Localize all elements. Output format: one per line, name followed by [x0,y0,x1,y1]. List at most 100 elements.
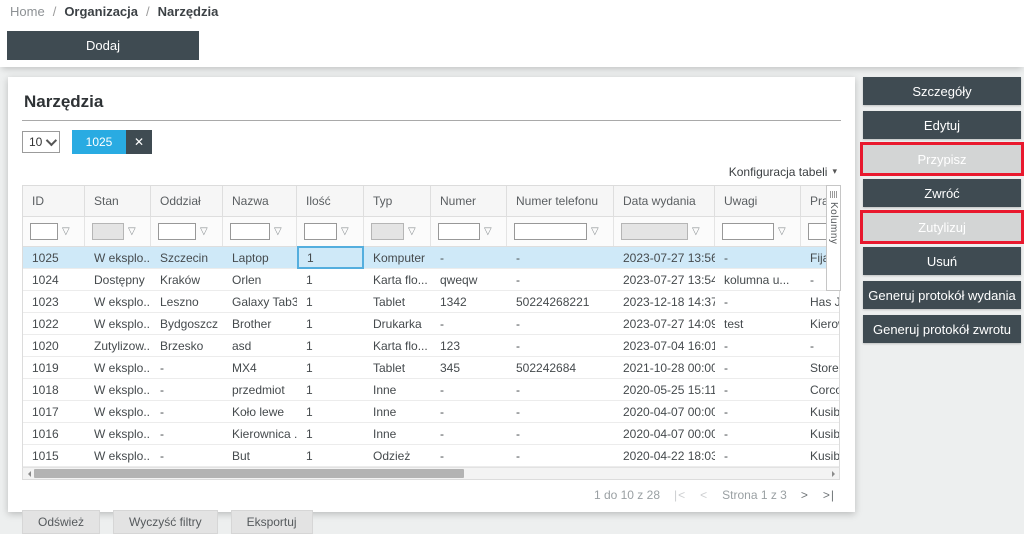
table-cell: - [431,313,507,334]
prev-page-icon[interactable]: < [700,488,708,502]
table-cell: 1018 [23,379,85,400]
usun-button[interactable]: Usuń [863,247,1021,275]
table-cell: 1 [297,423,364,444]
breadcrumb-item-home[interactable]: Home [10,4,45,19]
filter-chip-1025[interactable]: 1025 ✕ [72,130,152,154]
column-header-uwagi[interactable]: Uwagi [715,186,801,216]
table-cell: Dostępny [85,269,151,290]
filter-icon[interactable]: ▽ [484,227,492,237]
filter-icon[interactable]: ▽ [274,227,282,237]
filter-input-oddzial[interactable] [158,223,196,240]
table-row-1025[interactable]: 1025W eksplo...SzczecinLaptop1Komputer--… [23,247,840,269]
last-page-icon[interactable]: >| [823,488,835,502]
scrollbar-track[interactable] [33,469,829,478]
column-header-oddzial[interactable]: Oddział [151,186,223,216]
wyczysc-filtry-button[interactable]: Wyczyść filtry [113,510,218,534]
szczegoly-button[interactable]: Szczegóły [863,77,1021,105]
horizontal-scrollbar[interactable] [22,467,840,480]
filter-input-typ[interactable] [371,223,404,240]
filter-input-ilosc[interactable] [304,223,337,240]
column-header-nazwa[interactable]: Nazwa [223,186,297,216]
column-header-numer[interactable]: Numer [431,186,507,216]
table-cell: W eksplo... [85,313,151,334]
table-cell: Kusib [801,401,840,422]
scroll-left-icon[interactable] [23,471,33,477]
filter-icon[interactable]: ▽ [62,227,70,237]
filter-input-numer[interactable] [438,223,480,240]
column-header-id[interactable]: ID [23,186,85,216]
table-cell: asd [223,335,297,356]
generuj-protokol-zwrotu-button[interactable]: Generuj protokół zwrotu [863,315,1021,343]
columns-chooser-tab[interactable]: Kolumny [826,185,841,291]
table-cell: Bydgoszcz [151,313,223,334]
filter-icon[interactable]: ▽ [128,227,136,237]
column-header-typ[interactable]: Typ [364,186,431,216]
table-row-1015[interactable]: 1015W eksplo...-But1Odzież--2020-04-22 1… [23,445,840,467]
page-size-select[interactable]: 10 [22,131,60,153]
column-header-numer-telefonu[interactable]: Numer telefonu [507,186,614,216]
table-row-1016[interactable]: 1016W eksplo...-Kierownica ...1Inne--202… [23,423,840,445]
breadcrumb-separator: / [53,4,57,19]
column-header-data-wydania[interactable]: Data wydania [614,186,715,216]
footer-buttons: Odśwież Wyczyść filtry Eksportuj [22,510,841,534]
scroll-right-icon[interactable] [829,471,839,477]
table-row-1019[interactable]: 1019W eksplo...-MX41Tablet34550224268420… [23,357,840,379]
table-cell: 2023-07-27 13:56 [614,247,715,268]
scrollbar-thumb[interactable] [34,469,464,478]
table-cell: Karta flo... [364,335,431,356]
table-cell: Store [801,357,840,378]
filter-icon[interactable]: ▽ [591,227,599,237]
table-cell: Kierow [801,313,840,334]
table-row-1020[interactable]: 1020Zutylizow...Brzeskoasd1Karta flo...1… [23,335,840,357]
table-row-1023[interactable]: 1023W eksplo...LesznoGalaxy Tab31Tablet1… [23,291,840,313]
filter-input-data-wydania[interactable] [621,223,688,240]
table-row-1017[interactable]: 1017W eksplo...-Koło lewe1Inne--2020-04-… [23,401,840,423]
filter-input-nazwa[interactable] [230,223,270,240]
grip-icon [830,191,837,198]
zwroc-button[interactable]: Zwróć [863,179,1021,207]
column-header-stan[interactable]: Stan [85,186,151,216]
filter-icon[interactable]: ▽ [341,227,349,237]
breadcrumb-item-organizacja[interactable]: Organizacja [64,4,138,19]
table-cell: 2023-07-27 13:54 [614,269,715,290]
filter-input-uwagi[interactable] [722,223,774,240]
filter-input-id[interactable] [30,223,58,240]
filter-icon[interactable]: ▽ [408,227,416,237]
table-row-1018[interactable]: 1018W eksplo...-przedmiot1Inne--2020-05-… [23,379,840,401]
table-cell: Szczecin [151,247,223,268]
table-row-1022[interactable]: 1022W eksplo...BydgoszczBrother1Drukarka… [23,313,840,335]
table-cell: Koło lewe [223,401,297,422]
filter-cell-uwagi: ▽ [715,217,801,246]
przypisz-button[interactable]: Przypisz [863,145,1021,173]
table-cell: 1 [297,357,364,378]
column-header-ilosc[interactable]: Ilość [297,186,364,216]
zutylizuj-button[interactable]: Zutylizuj [863,213,1021,241]
table-cell: W eksplo... [85,357,151,378]
table-cell: - [715,379,801,400]
filter-cell-ilosc: ▽ [297,217,364,246]
table-config-link[interactable]: Konfiguracja tabeli ▾ [22,164,837,179]
chip-remove-icon[interactable]: ✕ [126,130,152,154]
filter-input-numer-telefonu[interactable] [514,223,587,240]
filter-icon[interactable]: ▽ [778,227,786,237]
breadcrumb-item-narzedzia[interactable]: Narzędzia [158,4,219,19]
table-cell: 2023-07-27 14:09 [614,313,715,334]
odswiez-button[interactable]: Odśwież [22,510,100,534]
generuj-protokol-wydania-button[interactable]: Generuj protokół wydania [863,281,1021,309]
filter-cell-data-wydania: ▽ [614,217,715,246]
eksportuj-button[interactable]: Eksportuj [231,510,313,534]
filter-icon[interactable]: ▽ [200,227,208,237]
first-page-icon[interactable]: |< [674,488,686,502]
table-row-1024[interactable]: 1024DostępnyKrakówOrlen1Karta flo...qweq… [23,269,840,291]
filter-input-stan[interactable] [92,223,124,240]
table-cell: Corco [801,379,840,400]
table-cell: - [507,335,614,356]
next-page-icon[interactable]: > [801,488,809,502]
table-cell: 1022 [23,313,85,334]
table-cell: 50224268221 [507,291,614,312]
edytuj-button[interactable]: Edytuj [863,111,1021,139]
filter-icon[interactable]: ▽ [692,227,700,237]
table-cell: - [151,423,223,444]
add-button[interactable]: Dodaj [7,31,199,60]
table-cell: 1024 [23,269,85,290]
